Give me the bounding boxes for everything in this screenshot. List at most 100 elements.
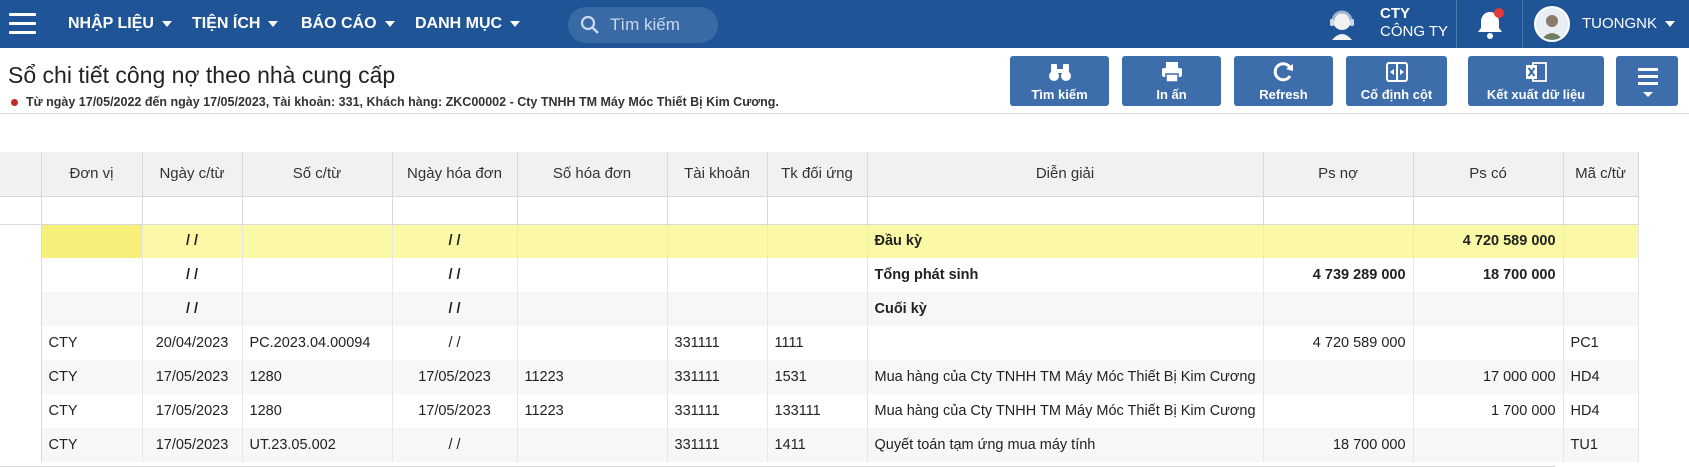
table-cell[interactable]: 11223 <box>517 394 668 428</box>
table-cell[interactable] <box>41 258 143 292</box>
table-cell[interactable]: 17/05/2023 <box>392 360 518 394</box>
table-cell[interactable] <box>242 292 393 326</box>
table-cell[interactable]: Cuối kỳ <box>867 292 1264 326</box>
table-cell[interactable]: 331111 <box>667 326 768 360</box>
column-header[interactable]: Đơn vị <box>41 152 143 197</box>
table-cell[interactable] <box>1263 360 1414 394</box>
filter-cell[interactable] <box>392 196 518 225</box>
table-cell[interactable]: HD4 <box>1563 360 1639 394</box>
table-cell[interactable] <box>867 326 1264 360</box>
table-cell[interactable] <box>41 292 143 326</box>
column-header[interactable]: Tài khoản <box>667 152 768 197</box>
company-selector[interactable]: CTY CÔNG TY <box>1380 5 1448 41</box>
table-cell[interactable]: / / <box>392 292 518 326</box>
table-cell[interactable]: CTY <box>41 360 143 394</box>
table-cell[interactable] <box>517 292 668 326</box>
export-data-button[interactable]: Kết xuất dữ liệu <box>1468 56 1604 106</box>
table-cell[interactable]: / / <box>142 292 243 326</box>
menu-tien-ich[interactable]: TIỆN ÍCH <box>192 0 279 48</box>
table-cell[interactable] <box>1413 428 1564 462</box>
refresh-button[interactable]: Refresh <box>1234 56 1333 106</box>
table-cell[interactable]: CTY <box>41 428 143 462</box>
table-cell[interactable]: Quyết toán tạm ứng mua máy tính <box>867 428 1264 462</box>
table-cell[interactable]: HD4 <box>1563 394 1639 428</box>
table-cell[interactable]: 1111 <box>767 326 868 360</box>
column-header[interactable]: Ps nợ <box>1263 152 1414 197</box>
table-row[interactable]: / / / / Tổng phát sinh 4 739 289 000 18 … <box>0 258 1639 292</box>
table-cell[interactable]: / / <box>392 428 518 462</box>
support-agent-icon[interactable] <box>1325 7 1359 41</box>
column-header[interactable]: Ngày c/từ <box>142 152 243 197</box>
table-cell[interactable]: / / <box>392 224 518 258</box>
table-cell[interactable] <box>767 258 868 292</box>
filter-cell[interactable] <box>142 196 243 225</box>
table-cell[interactable]: / / <box>142 258 243 292</box>
filter-cell[interactable] <box>1413 196 1564 225</box>
column-header[interactable]: Ps có <box>1413 152 1564 197</box>
filter-cell[interactable] <box>867 196 1264 225</box>
table-cell[interactable]: 1531 <box>767 360 868 394</box>
table-cell[interactable] <box>767 292 868 326</box>
table-cell[interactable]: 18 700 000 <box>1263 428 1414 462</box>
hamburger-menu-icon[interactable] <box>9 13 36 35</box>
table-cell[interactable]: 1280 <box>242 360 393 394</box>
notification-bell-icon[interactable] <box>1472 8 1508 42</box>
column-header[interactable]: Số hóa đơn <box>517 152 668 197</box>
table-row[interactable]: / / / / Cuối kỳ <box>0 292 1639 326</box>
table-cell[interactable]: 4 720 589 000 <box>1413 224 1564 258</box>
table-cell[interactable] <box>1263 292 1414 326</box>
table-cell[interactable]: 17 000 000 <box>1413 360 1564 394</box>
filter-cell[interactable] <box>41 196 143 225</box>
table-cell[interactable] <box>517 258 668 292</box>
table-cell[interactable]: 133111 <box>767 394 868 428</box>
table-cell[interactable]: 331111 <box>667 394 768 428</box>
table-cell[interactable]: Mua hàng của Cty TNHH TM Máy Móc Thiết B… <box>867 360 1264 394</box>
table-cell[interactable]: 17/05/2023 <box>142 394 243 428</box>
table-cell[interactable]: 18 700 000 <box>1413 258 1564 292</box>
table-cell[interactable] <box>1563 258 1639 292</box>
table-cell[interactable]: / / <box>392 326 518 360</box>
table-cell[interactable] <box>667 258 768 292</box>
table-row[interactable]: CTY 20/04/2023 PC.2023.04.00094 / / 3311… <box>0 326 1639 360</box>
table-cell[interactable]: 331111 <box>667 428 768 462</box>
table-cell[interactable] <box>667 224 768 258</box>
table-cell[interactable]: 20/04/2023 <box>142 326 243 360</box>
table-cell[interactable] <box>517 326 668 360</box>
table-cell[interactable]: 11223 <box>517 360 668 394</box>
table-cell[interactable] <box>242 224 393 258</box>
avatar[interactable] <box>1534 6 1570 42</box>
column-header[interactable]: Tk đối ứng <box>767 152 868 197</box>
table-cell[interactable] <box>667 292 768 326</box>
username[interactable]: TUONGNK <box>1582 15 1657 32</box>
filter-cell[interactable] <box>242 196 393 225</box>
column-header[interactable]: Số c/từ <box>242 152 393 197</box>
table-cell[interactable]: Tổng phát sinh <box>867 258 1264 292</box>
pin-columns-button[interactable]: Cố định cột <box>1346 56 1447 106</box>
table-cell[interactable]: 1280 <box>242 394 393 428</box>
table-row[interactable]: CTY 17/05/2023 1280 17/05/2023 11223 331… <box>0 360 1639 394</box>
table-cell[interactable]: 17/05/2023 <box>142 360 243 394</box>
table-row[interactable]: CTY 17/05/2023 1280 17/05/2023 11223 331… <box>0 394 1639 428</box>
print-button[interactable]: In ấn <box>1122 56 1221 106</box>
menu-bao-cao[interactable]: BÁO CÁO <box>301 0 395 48</box>
table-cell[interactable]: CTY <box>41 394 143 428</box>
table-cell[interactable]: 1 700 000 <box>1413 394 1564 428</box>
table-cell[interactable]: 17/05/2023 <box>142 428 243 462</box>
table-cell[interactable]: 1411 <box>767 428 868 462</box>
search-button[interactable]: Tìm kiếm <box>1010 56 1109 106</box>
table-cell[interactable] <box>517 428 668 462</box>
table-cell[interactable] <box>1413 292 1564 326</box>
table-cell[interactable]: / / <box>392 258 518 292</box>
table-cell[interactable]: 331111 <box>667 360 768 394</box>
table-cell[interactable]: Đầu kỳ <box>867 224 1264 258</box>
table-cell[interactable] <box>1413 326 1564 360</box>
table-cell[interactable]: 4 739 289 000 <box>1263 258 1414 292</box>
table-row[interactable]: CTY 17/05/2023 UT.23.05.002 / / 331111 1… <box>0 428 1639 462</box>
table-cell[interactable] <box>242 258 393 292</box>
table-cell[interactable]: TU1 <box>1563 428 1639 462</box>
filter-cell[interactable] <box>1263 196 1414 225</box>
table-cell[interactable]: PC.2023.04.00094 <box>242 326 393 360</box>
table-cell[interactable]: UT.23.05.002 <box>242 428 393 462</box>
table-cell[interactable] <box>1263 224 1414 258</box>
table-cell[interactable] <box>41 224 143 258</box>
